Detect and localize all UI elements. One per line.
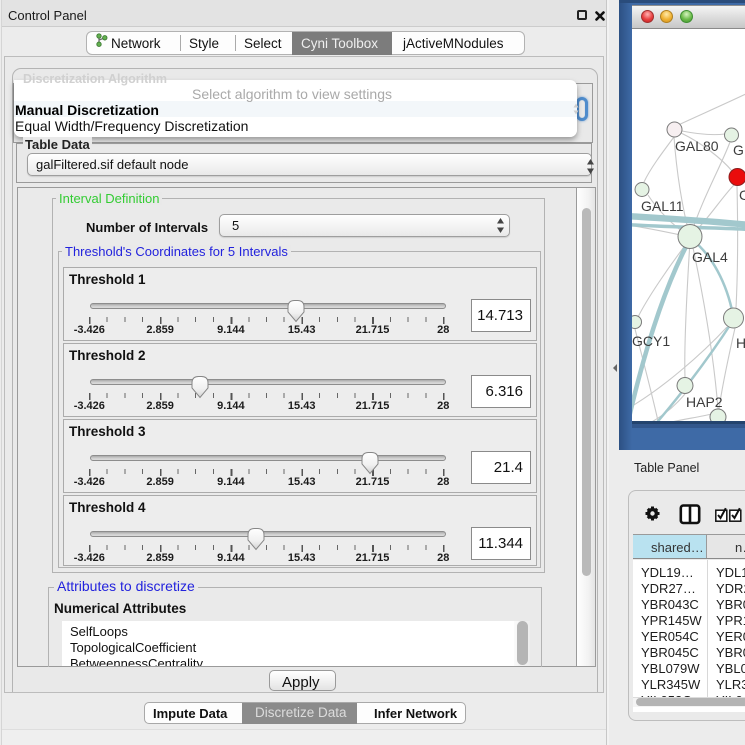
svg-text:GAL80: GAL80 [675,138,719,154]
svg-text:GAL11: GAL11 [641,198,684,214]
svg-text:GCY1: GCY1 [632,333,670,349]
svg-text:HAP2: HAP2 [686,394,723,410]
svg-text:H: H [736,335,745,351]
svg-text:G.: G. [733,142,745,158]
svg-text:C: C [739,187,745,203]
svg-text:GAL4: GAL4 [692,249,728,265]
